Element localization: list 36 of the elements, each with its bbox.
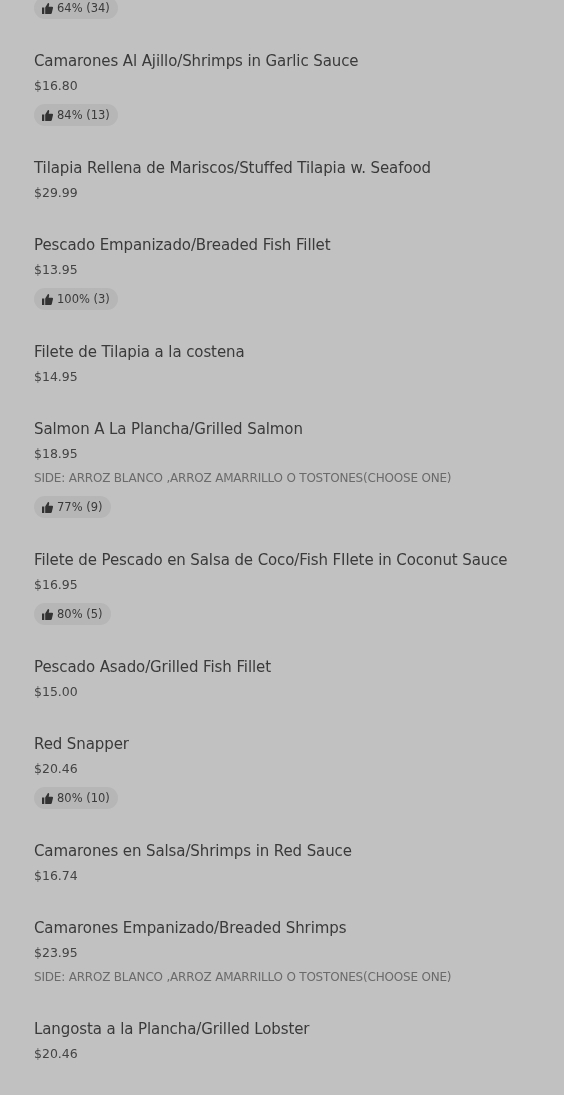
dish-name[interactable]: Filete de Tilapia a la costena: [34, 342, 245, 362]
dish-description: SIDE: ARROZ BLANCO ,ARROZ AMARRILLO O TOSTONES(CHOOSE ONE): [34, 470, 452, 487]
dish-name[interactable]: Camarones Empanizado/Breaded Shrimps: [34, 918, 347, 938]
dish-name[interactable]: Filete de Pescado en Salsa de Coco/Fish FIlete in Coconut Sauce: [34, 550, 508, 570]
rating-badge: 77% (9): [34, 496, 111, 518]
thumbs-up-icon: [42, 109, 53, 121]
dish-name[interactable]: Camarones en Salsa/Shrimps in Red Sauce: [34, 841, 352, 861]
dish-name[interactable]: Red Snapper: [34, 734, 129, 754]
dish-price: $29.99: [34, 184, 78, 202]
thumbs-up-icon: [42, 608, 53, 620]
rating-badge: 80% (10): [34, 787, 118, 809]
dish-price: $20.46: [34, 1045, 78, 1063]
dish-name[interactable]: Pescado Asado/Grilled Fish Fillet: [34, 657, 271, 677]
rating-badge: 84% (13): [34, 104, 118, 126]
dish-price: $16.74: [34, 867, 78, 885]
rating-badge: 100% (3): [34, 288, 118, 310]
dish-price: $20.46: [34, 760, 78, 778]
dish-price: $15.00: [34, 683, 78, 701]
thumbs-up-icon: [42, 792, 53, 804]
thumbs-up-icon: [42, 501, 53, 513]
rating-badge: 64% (34): [34, 0, 118, 19]
dish-price: $16.95: [34, 576, 78, 594]
dish-description: SIDE: ARROZ BLANCO ,ARROZ AMARRILLO O TOSTONES(CHOOSE ONE): [34, 969, 452, 986]
dish-name[interactable]: Camarones Al Ajillo/Shrimps in Garlic Sauce: [34, 51, 359, 71]
dish-price: $16.80: [34, 77, 78, 95]
dish-price: $23.95: [34, 944, 78, 962]
dish-price: $13.95: [34, 261, 78, 279]
dish-name[interactable]: Langosta a la Plancha/Grilled Lobster: [34, 1019, 310, 1039]
thumbs-up-icon: [42, 293, 53, 305]
dish-price: $18.95: [34, 445, 78, 463]
rating-badge: 80% (5): [34, 603, 111, 625]
dish-name[interactable]: Salmon A La Plancha/Grilled Salmon: [34, 419, 303, 439]
dish-price: $14.95: [34, 368, 78, 386]
dish-name[interactable]: Pescado Empanizado/Breaded Fish Fillet: [34, 235, 331, 255]
dish-name[interactable]: Tilapia Rellena de Mariscos/Stuffed Tilapia w. Seafood: [34, 158, 431, 178]
thumbs-up-icon: [42, 2, 53, 14]
